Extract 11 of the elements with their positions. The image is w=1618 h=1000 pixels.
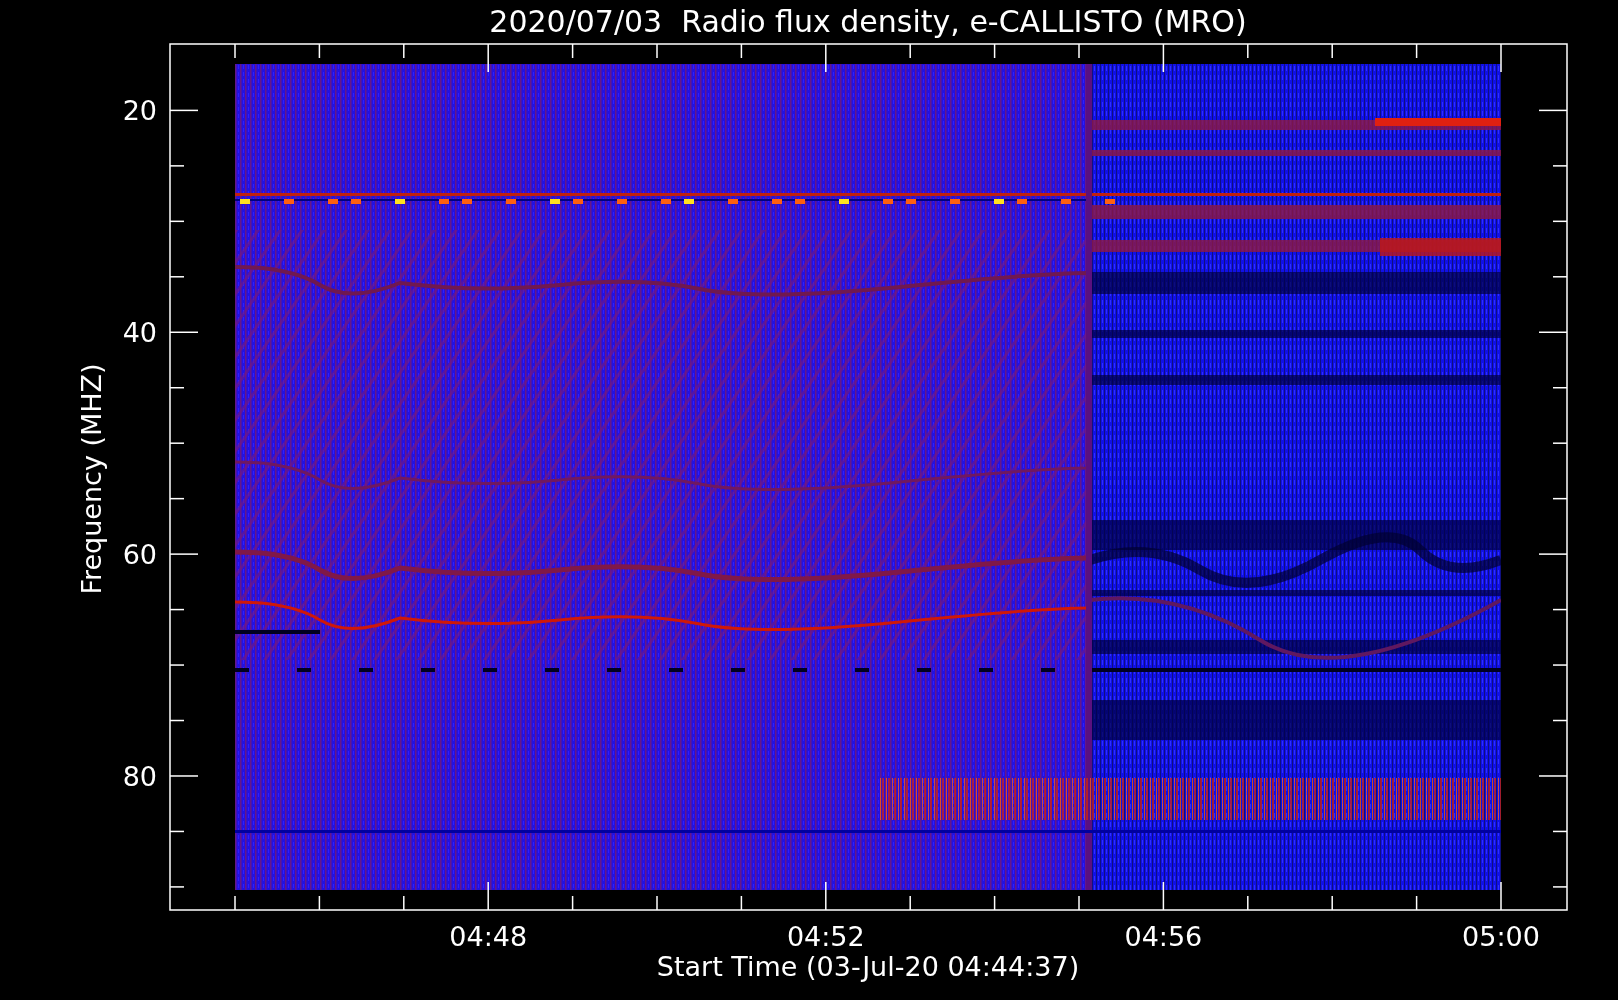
x-tick-label: 04:52 <box>786 921 865 952</box>
x-tick-label: 04:56 <box>1124 921 1203 952</box>
chart-title: 2020/07/03 Radio flux density, e-CALLISTO (MRO) <box>489 4 1247 39</box>
x-tick-label: 05:00 <box>1462 921 1540 952</box>
y-tick-label: 80 <box>122 761 157 792</box>
y-tick-label: 20 <box>122 95 157 127</box>
x-axis-label: Start Time (03-Jul-20 04:44:37) <box>656 951 1080 982</box>
y-axis-label: Frequency (MHZ) <box>76 363 107 595</box>
x-tick-label: 04:48 <box>449 921 528 952</box>
y-tick-label: 40 <box>122 317 157 349</box>
y-tick-label: 60 <box>122 539 157 571</box>
